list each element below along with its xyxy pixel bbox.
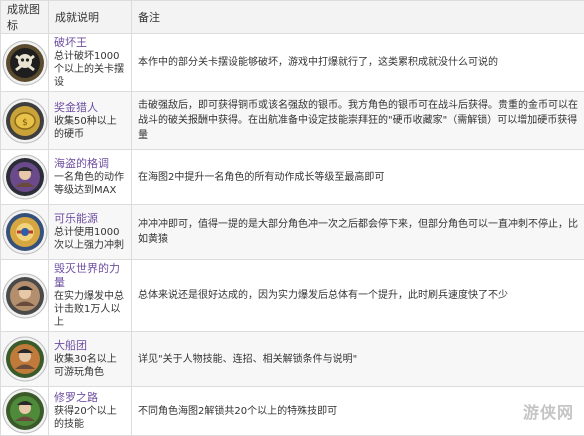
achievement-name: 海盗的格调 [54,157,126,171]
svg-text:$: $ [22,118,28,128]
achievement-table: 成就图标 成就说明 备注 破坏王总计破坏1000个以上的关卡摆设本作中的部分关卡… [0,0,584,436]
table-header-row: 成就图标 成就说明 备注 [1,1,584,34]
achievement-icon-cell [1,150,49,205]
achievement-icon-cell [1,387,49,436]
achievement-name: 修罗之路 [54,391,126,405]
achievement-name: 破坏王 [54,36,126,50]
header-note: 备注 [132,1,584,34]
header-icon: 成就图标 [1,1,49,34]
table-row: $ 奖金猎人收集50种以上的硬币击破强敌后，即可获得铜币或该名强敌的银币。我方角色… [1,92,584,150]
achievement-desc: 一名角色的动作等级达到MAX [54,171,126,197]
watermark-logo: 游侠网 [523,399,574,423]
achievement-name: 大船团 [54,339,126,353]
achievement-note: 击破强敌后，即可获得铜币或该名强敌的银币。我方角色的银币可在战斗后获得。贵重的金… [132,92,584,150]
achievement-name: 奖金猎人 [54,101,126,115]
table-row: 毁灭世界的力量在实力爆发中总计击败1万人以上总体来说还是很好达成的，因为实力爆发… [1,260,584,332]
warrior-portrait-icon [2,273,48,319]
crew-group-icon [2,336,48,382]
achievement-desc: 总计使用1000次以上强力冲刺 [54,226,126,252]
achievement-name: 毁灭世界的力量 [54,262,126,290]
skull-crossbones-icon [2,40,48,86]
achievement-note: 详见"关于人物技能、连招、相关解锁条件与说明" [132,332,584,387]
achievement-icon-cell [1,205,49,260]
achievement-desc-cell: 大船团收集30名以上可游玩角色 [49,332,132,387]
table-row: 海盗的格调一名角色的动作等级达到MAX在海图2中提升一名角色的所有动作成长等级至… [1,150,584,205]
achievement-desc: 获得20个以上的技能 [54,405,126,431]
header-desc: 成就说明 [49,1,132,34]
achievement-note: 本作中的部分关卡摆设能够破坏，游戏中打爆就行了，这类累积成就没什么可说的 [132,34,584,92]
achievement-desc-cell: 海盗的格调一名角色的动作等级达到MAX [49,150,132,205]
pirate-portrait-icon [2,154,48,200]
achievement-desc: 在实力爆发中总计击败1万人以上 [54,290,126,329]
table-row: 破坏王总计破坏1000个以上的关卡摆设本作中的部分关卡摆设能够破坏，游戏中打爆就… [1,34,584,92]
cola-bottle-icon [2,209,48,255]
achievement-desc-cell: 修罗之路获得20个以上的技能 [49,387,132,436]
achievement-name: 可乐能源 [54,212,126,226]
swordsman-portrait-icon [2,388,48,434]
table-row: 修罗之路获得20个以上的技能不同角色海图2解锁共20个以上的特殊技即可 [1,387,584,436]
achievement-icon-cell [1,260,49,332]
achievement-icon-cell: $ [1,92,49,150]
achievement-icon-cell [1,34,49,92]
achievement-desc-cell: 破坏王总计破坏1000个以上的关卡摆设 [49,34,132,92]
achievement-desc-cell: 毁灭世界的力量在实力爆发中总计击败1万人以上 [49,260,132,332]
achievement-note: 总体来说还是很好达成的，因为实力爆发后总体有一个提升，此时刷兵速度快了不少 [132,260,584,332]
achievement-note: 在海图2中提升一名角色的所有动作成长等级至最高即可 [132,150,584,205]
achievement-note: 不同角色海图2解锁共20个以上的特殊技即可 [132,387,584,436]
achievement-icon-cell [1,332,49,387]
achievement-desc-cell: 奖金猎人收集50种以上的硬币 [49,92,132,150]
gold-coin-icon: $ [2,98,48,144]
achievement-desc: 收集30名以上可游玩角色 [54,353,126,379]
achievement-note: 冲冲冲即可，值得一提的是大部分角色冲一次之后都会停下来，但部分角色可以一直冲刺不… [132,205,584,260]
table-row: 可乐能源总计使用1000次以上强力冲刺冲冲冲即可，值得一提的是大部分角色冲一次之… [1,205,584,260]
achievement-desc-cell: 可乐能源总计使用1000次以上强力冲刺 [49,205,132,260]
achievement-desc: 总计破坏1000个以上的关卡摆设 [54,50,126,89]
table-row: 大船团收集30名以上可游玩角色详见"关于人物技能、连招、相关解锁条件与说明" [1,332,584,387]
achievement-desc: 收集50种以上的硬币 [54,115,126,141]
